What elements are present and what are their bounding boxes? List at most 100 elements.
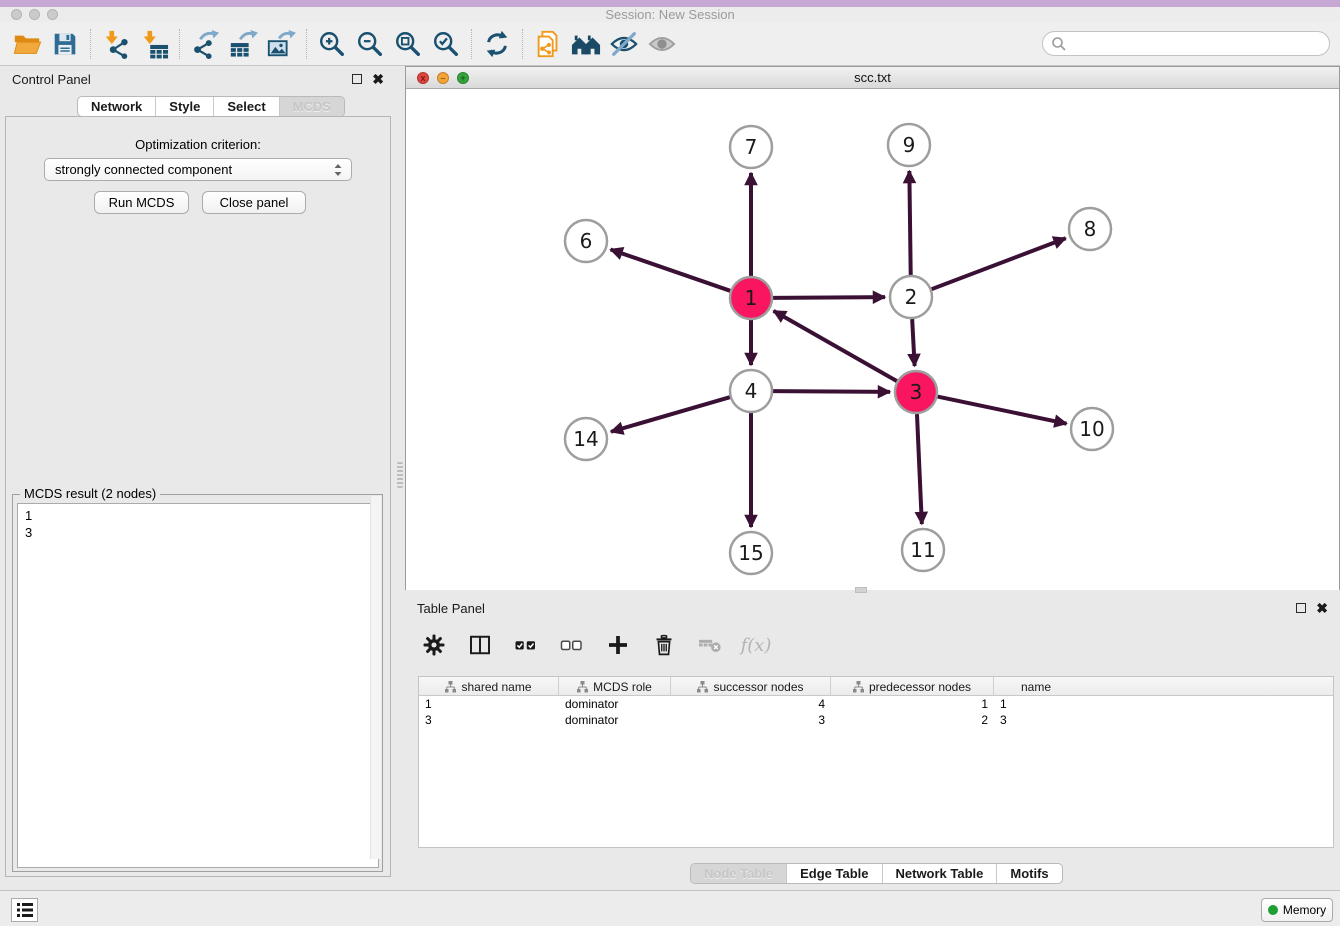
delete-icon[interactable] <box>647 629 681 661</box>
column-header-name[interactable]: name <box>994 677 1078 696</box>
tab-style[interactable]: Style <box>156 97 214 116</box>
run-mcds-button[interactable]: Run MCDS <box>94 191 189 214</box>
deselect-all-icon[interactable] <box>555 629 589 661</box>
window-accent-strip <box>0 0 1340 7</box>
select-all-icon[interactable] <box>509 629 543 661</box>
close-panel-button[interactable]: Close panel <box>202 191 306 214</box>
function-builder-icon[interactable]: f(x) <box>739 629 773 661</box>
graph-edge-3-10[interactable] <box>938 397 1067 424</box>
column-header-shared-name[interactable]: shared name <box>419 677 559 696</box>
search-input[interactable] <box>1042 31 1330 56</box>
column-header-predecessor-nodes[interactable]: predecessor nodes <box>831 677 994 696</box>
export-table-icon[interactable] <box>224 27 262 61</box>
table-cell[interactable]: 2 <box>831 712 994 728</box>
column-header-mcds-role[interactable]: MCDS role <box>559 677 671 696</box>
select-stepper-icon <box>333 163 343 177</box>
table-cell[interactable]: 3 <box>671 712 831 728</box>
optimization-criterion-select[interactable]: strongly connected component <box>44 158 352 181</box>
result-scrollbar[interactable] <box>370 496 381 859</box>
show-all-icon[interactable] <box>643 27 681 61</box>
table-cell[interactable]: 3 <box>419 712 559 728</box>
graph-node-8[interactable]: 8 <box>1069 208 1111 250</box>
graph-node-7[interactable]: 7 <box>730 126 772 168</box>
split-columns-icon[interactable] <box>463 629 497 661</box>
zoom-in-icon[interactable] <box>313 27 351 61</box>
save-session-icon[interactable] <box>46 27 84 61</box>
close-panel-icon[interactable]: ✖ <box>372 74 384 84</box>
window-controls[interactable] <box>11 9 58 20</box>
table-row[interactable]: 3dominator323 <box>419 712 1333 728</box>
graph-edge-3-1[interactable] <box>774 311 897 381</box>
table-cell[interactable]: dominator <box>559 712 671 728</box>
network-canvas[interactable]: 7 9 6 8 1 2 4 3 14 10 15 11 <box>406 89 1339 590</box>
table-cell[interactable]: 1 <box>831 696 994 712</box>
tab-network[interactable]: Network <box>78 97 156 116</box>
export-network-icon[interactable] <box>186 27 224 61</box>
import-network-icon[interactable] <box>97 27 135 61</box>
graph-edge-4-3[interactable] <box>773 391 890 392</box>
tab-edge-table[interactable]: Edge Table <box>787 864 882 883</box>
zoom-out-icon[interactable] <box>351 27 389 61</box>
graph-node-4[interactable]: 4 <box>730 370 772 412</box>
graph-edge-2-3[interactable] <box>912 319 914 366</box>
minimize-window-button[interactable] <box>29 9 40 20</box>
graph-edge-4-14[interactable] <box>611 397 730 432</box>
split-divider-vertical-grip[interactable] <box>397 462 403 488</box>
close-window-button[interactable] <box>11 9 22 20</box>
float-panel-icon[interactable] <box>352 74 362 84</box>
status-bar: Memory <box>0 890 1340 926</box>
zoom-fit-icon[interactable] <box>389 27 427 61</box>
tab-motifs[interactable]: Motifs <box>997 864 1061 883</box>
tab-network-table[interactable]: Network Table <box>883 864 998 883</box>
svg-text:3: 3 <box>910 380 923 404</box>
open-file-icon[interactable] <box>8 27 46 61</box>
clone-network-icon[interactable] <box>529 27 567 61</box>
network-close-button[interactable]: x <box>417 72 429 84</box>
graph-edge-2-9[interactable] <box>909 171 910 275</box>
mcds-result-list[interactable]: 1 3 <box>17 503 379 868</box>
zoom-selected-icon[interactable] <box>427 27 465 61</box>
memory-button[interactable]: Memory <box>1261 898 1333 922</box>
svg-text:8: 8 <box>1084 217 1097 241</box>
network-maximize-button[interactable]: + <box>457 72 469 84</box>
float-table-panel-icon[interactable] <box>1296 603 1306 613</box>
graph-node-3[interactable]: 3 <box>895 371 937 413</box>
graph-node-14[interactable]: 14 <box>565 418 607 460</box>
maximize-window-button[interactable] <box>47 9 58 20</box>
graph-node-15[interactable]: 15 <box>730 532 772 574</box>
graph-node-6[interactable]: 6 <box>565 220 607 262</box>
column-header-successor-nodes[interactable]: successor nodes <box>671 677 831 696</box>
export-image-icon[interactable] <box>262 27 300 61</box>
settings-gear-icon[interactable] <box>417 629 451 661</box>
graph-edge-1-6[interactable] <box>611 249 731 290</box>
split-divider-horizontal-grip[interactable] <box>855 587 867 593</box>
graph-edge-3-11[interactable] <box>917 414 922 524</box>
import-table-icon[interactable] <box>135 27 173 61</box>
add-column-icon[interactable] <box>601 629 635 661</box>
graph-edge-2-8[interactable] <box>932 238 1066 289</box>
table-cell[interactable]: dominator <box>559 696 671 712</box>
tab-node-table[interactable]: Node Table <box>691 864 787 883</box>
table-cell[interactable]: 1 <box>994 696 1078 712</box>
close-table-panel-icon[interactable]: ✖ <box>1316 603 1328 613</box>
search-field[interactable] <box>1067 36 1307 51</box>
graph-node-10[interactable]: 10 <box>1071 408 1113 450</box>
network-minimize-button[interactable]: – <box>437 72 449 84</box>
graph-node-11[interactable]: 11 <box>902 529 944 571</box>
delete-column-icon[interactable] <box>693 629 727 661</box>
hide-selected-icon[interactable] <box>605 27 643 61</box>
table-cell[interactable]: 1 <box>419 696 559 712</box>
table-cell[interactable]: 3 <box>994 712 1078 728</box>
table-cell[interactable]: 4 <box>671 696 831 712</box>
graph-edge-1-2[interactable] <box>773 297 885 298</box>
graph-node-1[interactable]: 1 <box>730 277 772 319</box>
refresh-layout-icon[interactable] <box>478 27 516 61</box>
tab-select[interactable]: Select <box>214 97 279 116</box>
tab-mcds[interactable]: MCDS <box>280 97 344 116</box>
graph-node-2[interactable]: 2 <box>890 276 932 318</box>
table-row[interactable]: 1dominator411 <box>419 696 1333 712</box>
task-history-button[interactable] <box>11 898 38 922</box>
first-neighbors-icon[interactable] <box>567 27 605 61</box>
network-window-titlebar[interactable]: x – + scc.txt <box>406 67 1339 89</box>
graph-node-9[interactable]: 9 <box>888 124 930 166</box>
